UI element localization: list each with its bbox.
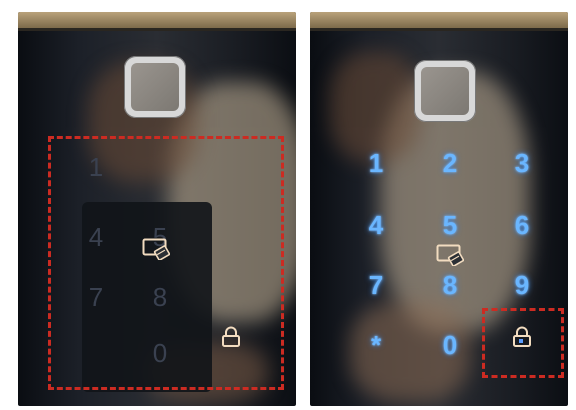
keypad-key-6[interactable]: 6 [500, 210, 544, 241]
keypad-key-0[interactable]: 0 [428, 330, 472, 361]
keypad-key-2[interactable]: 2 [428, 148, 472, 179]
keypad-key-8[interactable]: 8 [428, 270, 472, 301]
keypad-key-4[interactable]: 4 [354, 210, 398, 241]
fingerprint-sensor-icon[interactable] [414, 60, 476, 122]
keypad-key-3[interactable]: 3 [500, 148, 544, 179]
keypad-key-5[interactable]: 5 [428, 210, 472, 241]
keypad-key-star[interactable]: * [354, 330, 398, 361]
door-lock-panel-inactive: 1 4 7 5 8 0 [18, 12, 296, 406]
highlight-box-keypad-area [48, 136, 284, 390]
card-icon [436, 244, 464, 266]
keypad-key-7[interactable]: 7 [354, 270, 398, 301]
fingerprint-sensor-icon[interactable] [124, 56, 186, 118]
keypad-key-9[interactable]: 9 [500, 270, 544, 301]
reflection-face [330, 52, 420, 162]
highlight-box-lock-button [482, 308, 564, 378]
keypad-key-1[interactable]: 1 [354, 148, 398, 179]
gold-trim [310, 12, 568, 31]
door-lock-panel-active: 1 2 3 4 5 6 7 8 9 * 0 [310, 12, 568, 406]
gold-trim [18, 12, 296, 31]
